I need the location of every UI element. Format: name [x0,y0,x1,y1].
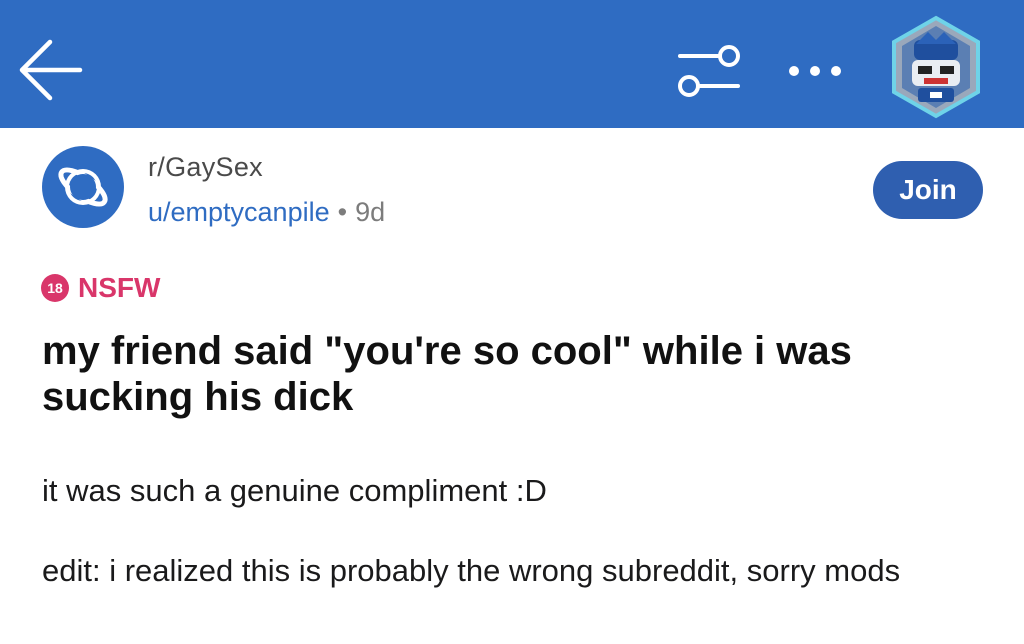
post-body-paragraph: edit: i realized this is probably the wr… [42,553,901,588]
sliders-icon[interactable] [676,44,742,98]
more-dots-icon[interactable] [786,60,844,82]
post-meta: u/emptycanpile • 9d [148,195,385,229]
author-link[interactable]: u/emptycanpile [148,197,330,227]
post-age: 9d [355,197,386,227]
subreddit-name[interactable]: r/GaySex [148,150,263,184]
nsfw-label: NSFW [78,272,161,303]
top-app-bar [0,0,1024,128]
subreddit-planet-icon[interactable] [42,146,124,228]
nsfw-tag: 18 NSFW [40,272,160,304]
back-arrow-icon[interactable] [18,38,84,102]
nsfw-age-text: 18 [47,280,63,296]
user-avatar[interactable] [888,14,984,120]
meta-separator: • [337,197,348,227]
post-title: my friend said "you're so cool" while i … [42,329,852,419]
eighteen-plus-icon: 18 [41,274,69,302]
post-body-paragraph: it was such a genuine compliment :D [42,473,547,508]
join-button[interactable]: Join [873,161,983,219]
